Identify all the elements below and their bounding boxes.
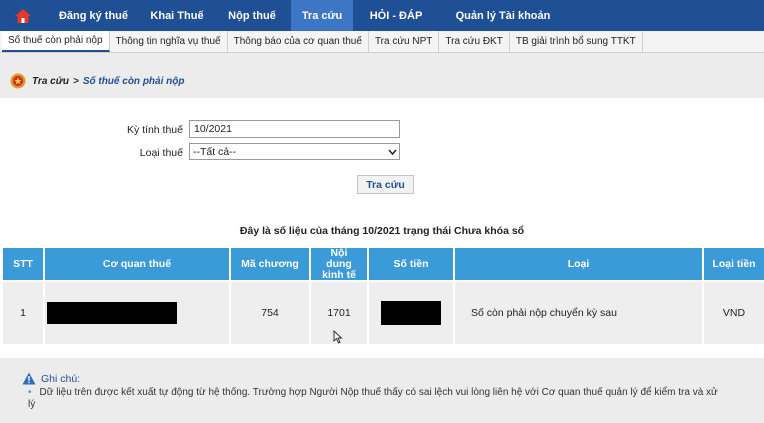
tab-tra-cuu-npt[interactable]: Tra cứu NPT [369,31,440,52]
nav-quan-ly-tai-khoan[interactable]: Quản lý Tài khoản [439,0,567,31]
emblem-icon [10,73,26,89]
home-button[interactable] [0,0,46,31]
main-content: Tra cứu > Số thuế còn phải nộp Kỳ tính t… [0,60,764,423]
sub-navigation: Số thuế còn phải nộp Thông tin nghĩa vụ … [0,31,764,53]
col-amount: Số tiền [369,248,453,280]
tax-type-selected: --Tất cả-- [193,145,237,158]
col-type: Loại [455,248,702,280]
cell-stt: 1 [3,282,43,344]
warning-icon [22,372,36,385]
tab-tb-giai-trinh[interactable]: TB giải trình bổ sung TTKT [510,31,643,52]
note-body: Dữ liệu trên được kết xuất tự động từ hệ… [28,387,718,410]
col-stt: STT [3,248,43,280]
top-navigation: Đăng ký thuế Khai Thuế Nộp thuế Tra cứu … [0,0,764,31]
search-button[interactable]: Tra cứu [357,175,414,194]
nav-khai-thue[interactable]: Khai Thuế [141,0,213,31]
breadcrumb-parent[interactable]: Tra cứu [32,76,69,87]
note-text: • Dữ liệu trên được kết xuất tự động từ h… [28,387,718,411]
breadcrumb-separator: > [72,75,79,87]
breadcrumb-current: Số thuế còn phải nộp [82,75,185,87]
table-caption: Đây là số liệu của tháng 10/2021 trạng t… [0,214,764,246]
table-row: 1 754 1701 Số còn phải nộp chuyển kỳ sau… [0,282,764,344]
tab-so-thue-con-phai-nop[interactable]: Số thuế còn phải nộp [2,31,110,52]
tab-thong-bao-co-quan-thue[interactable]: Thông báo của cơ quan thuế [228,31,369,52]
note-title-text: Ghi chú: [41,372,81,385]
bullet-icon: • [28,387,32,398]
period-label: Kỳ tính thuế [126,124,183,136]
cell-amount [369,282,453,344]
redacted-block [47,302,177,324]
col-economic-content: Nội dung kinh tế [311,247,367,280]
cell-currency: VND [704,282,764,344]
tab-thong-tin-nghia-vu-thue[interactable]: Thông tin nghĩa vụ thuế [110,31,228,52]
col-chapter: Mã chương [231,248,309,280]
col-agency: Cơ quan thuế [45,248,229,280]
tax-type-select[interactable]: --Tất cả-- [189,143,400,160]
mouse-cursor-icon [333,330,343,344]
period-input[interactable]: 10/2021 [189,120,400,138]
table-header: STT Cơ quan thuế Mã chương Nội dung kinh… [0,247,764,280]
cell-chapter: 754 [231,282,309,344]
note-title: Ghi chú: [22,372,80,385]
breadcrumb-bar: Tra cứu > Số thuế còn phải nộp [0,60,764,98]
search-form: Kỳ tính thuế 10/2021 Loại thuế --Tất cả-… [0,98,764,214]
nav-dang-ky-thue[interactable]: Đăng ký thuế [46,0,141,31]
home-icon [15,8,31,23]
tax-type-label: Loại thuế [139,147,183,159]
tab-tra-cuu-dkt[interactable]: Tra cứu ĐKT [439,31,510,52]
col-currency: Loại tiền [704,248,764,280]
chevron-down-icon [385,144,399,159]
note-section: Ghi chú: • Dữ liệu trên được kết xuất tự … [0,358,764,423]
cell-type: Số còn phải nộp chuyển kỳ sau [455,282,702,344]
nav-nop-thue[interactable]: Nộp thuế [213,0,291,31]
redacted-block [381,301,441,325]
cell-agency [45,282,229,344]
nav-hoi-dap[interactable]: HỎI - ĐÁP [353,0,439,31]
nav-tra-cuu[interactable]: Tra cứu [291,0,353,31]
breadcrumb: Tra cứu > Số thuế còn phải nộp [10,73,184,89]
